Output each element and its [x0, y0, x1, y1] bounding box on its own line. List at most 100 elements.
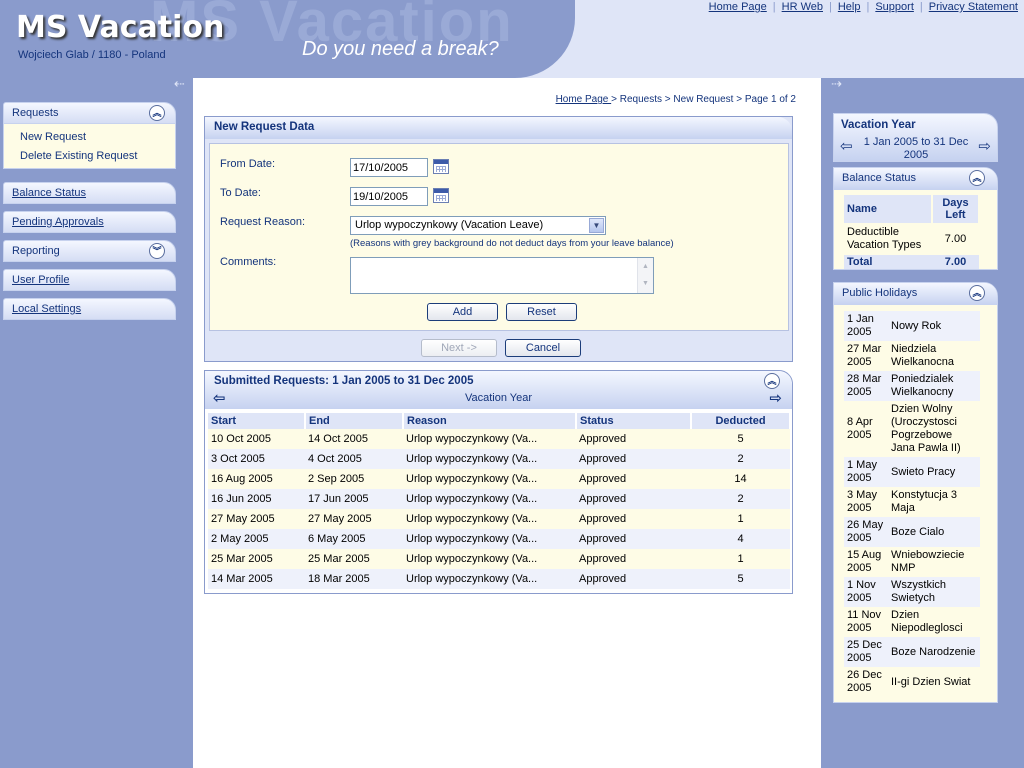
nav-delete-existing-request[interactable]: Delete Existing Request [4, 147, 175, 166]
cell-reason: Urlop wypoczynkowy (Va... [403, 469, 576, 489]
expand-chevron-down-icon[interactable]: ︾ [149, 243, 165, 259]
holiday-date: 8 Apr 2005 [844, 401, 888, 457]
list-item: 25 Dec 2005 Boze Narodzenie [844, 637, 980, 667]
user-info: Wojciech Glab / 1180 - Poland [18, 49, 166, 61]
vacation-year-range: 1 Jan 2005 to 31 Dec 2005 [863, 136, 969, 161]
right-sidebar: ⇢ Vacation Year ⇦ 1 Jan 2005 to 31 Dec 2… [821, 76, 1024, 768]
table-row: 10 Oct 2005 14 Oct 2005 Urlop wypoczynkowy… [208, 429, 790, 449]
nav-local-settings[interactable]: Local Settings [3, 298, 176, 320]
breadcrumb-home-link[interactable]: Home Page [556, 94, 612, 105]
cell-end: 27 May 2005 [305, 509, 403, 529]
nav-local-settings-link[interactable]: Local Settings [12, 303, 81, 315]
submitted-requests-header: Submitted Requests: 1 Jan 2005 to 31 Dec… [205, 371, 792, 409]
list-item: 1 Jan 2005 Nowy Rok [844, 311, 980, 341]
holiday-name: Niedziela Wielkanocna [888, 341, 980, 371]
total-row: Total 7.00 [844, 255, 979, 269]
dropdown-arrow-icon[interactable]: ▼ [589, 218, 604, 233]
nav-group-requests: Requests ︽ New Request Delete Existing R… [3, 102, 176, 169]
cell-status: Approved [576, 529, 691, 549]
holiday-date: 27 Mar 2005 [844, 341, 888, 371]
nav-requests-header[interactable]: Requests ︽ [3, 102, 176, 124]
column-header-name: Name [844, 195, 933, 223]
from-date-label: From Date: [220, 158, 276, 170]
nav-user-profile[interactable]: User Profile [3, 269, 176, 291]
collapse-right-arrow-icon[interactable]: ⇢ [831, 76, 842, 92]
list-item: 15 Aug 2005 Wniebowziecie NMP [844, 547, 980, 577]
submitted-requests-title: Submitted Requests: 1 Jan 2005 to 31 Dec… [214, 375, 474, 387]
nav-pending-approvals-link[interactable]: Pending Approvals [12, 216, 104, 228]
cell-status: Approved [576, 469, 691, 489]
nav-group-local-settings: Local Settings [3, 298, 176, 320]
column-header-end[interactable]: End [305, 413, 404, 429]
scroll-down-arrow-icon[interactable]: ▼ [638, 275, 653, 292]
nav-requests-label: Requests [12, 107, 59, 119]
link-separator: | [866, 1, 870, 13]
from-date-calendar-icon[interactable] [433, 159, 449, 174]
vacation-year-panel: Vacation Year ⇦ 1 Jan 2005 to 31 Dec 200… [833, 113, 998, 162]
support-link[interactable]: Support [875, 1, 914, 13]
holiday-name: Dzien Wolny (Uroczystosci Pogrzebowe Jan… [888, 401, 980, 457]
list-item: 11 Nov 2005 Dzien Niepodleglosci [844, 607, 980, 637]
scroll-up-arrow-icon[interactable]: ▲ [638, 258, 653, 275]
collapse-left-arrow-icon[interactable]: ⇠ [174, 76, 185, 92]
collapse-chevron-up-icon[interactable]: ︽ [969, 170, 985, 186]
from-date-input[interactable] [350, 158, 428, 177]
cell-end: 17 Jun 2005 [305, 489, 403, 509]
comments-scrollbar[interactable]: ▲ ▼ [637, 258, 653, 293]
nav-new-request[interactable]: New Request [4, 128, 175, 147]
column-header-status[interactable]: Status [576, 413, 692, 429]
column-header-deducted[interactable]: Deducted [691, 413, 791, 429]
left-sidebar: ⇠ Requests ︽ New Request Delete Existing… [0, 76, 193, 768]
nav-user-profile-link[interactable]: User Profile [12, 274, 69, 286]
holiday-date: 26 Dec 2005 [844, 667, 888, 697]
holiday-name: Wszystkich Swietych [888, 577, 980, 607]
holiday-name: Nowy Rok [888, 311, 980, 341]
to-date-input[interactable] [350, 187, 428, 206]
vacation-year-label: Vacation Year [464, 392, 533, 404]
cell-start: 10 Oct 2005 [208, 429, 305, 449]
nav-balance-status-link[interactable]: Balance Status [12, 187, 86, 199]
home-page-link[interactable]: Home Page [709, 1, 767, 13]
collapse-chevron-up-icon[interactable]: ︽ [149, 105, 165, 121]
cancel-button[interactable]: Cancel [505, 339, 581, 357]
next-button[interactable]: Next -> [421, 339, 497, 357]
link-separator: | [772, 1, 776, 13]
next-year-arrow-icon[interactable]: ⇨ [769, 389, 782, 407]
cell-reason: Urlop wypoczynkowy (Va... [403, 549, 576, 569]
cell-status: Approved [576, 489, 691, 509]
reset-button[interactable]: Reset [506, 303, 577, 321]
holiday-date: 28 Mar 2005 [844, 371, 888, 401]
cell-end: 14 Oct 2005 [305, 429, 403, 449]
holiday-name: II-gi Dzien Swiat [888, 667, 980, 697]
to-date-calendar-icon[interactable] [433, 188, 449, 203]
hr-web-link[interactable]: HR Web [782, 1, 823, 13]
privacy-statement-link[interactable]: Privacy Statement [929, 1, 1018, 13]
list-item: 28 Mar 2005 Poniedzialek Wielkanocny [844, 371, 980, 401]
cell-deducted: 4 [691, 529, 790, 549]
header-banner: MS Vacation MS Vacation Wojciech Glab / … [0, 0, 575, 78]
list-item: 3 May 2005 Konstytucja 3 Maja [844, 487, 980, 517]
cell-status: Approved [576, 429, 691, 449]
previous-year-arrow-icon[interactable]: ⇦ [840, 137, 853, 155]
collapse-chevron-up-icon[interactable]: ︽ [764, 373, 780, 389]
next-year-arrow-icon[interactable]: ⇨ [978, 137, 991, 155]
holiday-date: 11 Nov 2005 [844, 607, 888, 637]
comments-textarea[interactable]: ▲ ▼ [350, 257, 654, 294]
balance-days-left: 7.00 [944, 233, 967, 245]
public-holidays-panel: Public Holidays ︽ 1 Jan 2005 Nowy Rok 27 M… [833, 282, 998, 703]
column-header-start[interactable]: Start [208, 413, 306, 429]
request-reason-select[interactable]: Urlop wypoczynkowy (Vacation Leave) ▼ [350, 216, 606, 235]
nav-balance-status[interactable]: Balance Status [3, 182, 176, 204]
balance-table: Name Days Left Deductible Vacation Types… [844, 195, 980, 269]
holiday-date: 1 Jan 2005 [844, 311, 888, 341]
add-button[interactable]: Add [427, 303, 498, 321]
nav-pending-approvals[interactable]: Pending Approvals [3, 211, 176, 233]
column-header-reason[interactable]: Reason [403, 413, 577, 429]
balance-type-name: Deductible Vacation Types [847, 226, 922, 251]
nav-reporting-label: Reporting [12, 245, 60, 257]
nav-reporting[interactable]: Reporting ︾ [3, 240, 176, 262]
help-link[interactable]: Help [838, 1, 861, 13]
cell-start: 14 Mar 2005 [208, 569, 305, 589]
collapse-chevron-up-icon[interactable]: ︽ [969, 285, 985, 301]
table-row: 25 Mar 2005 25 Mar 2005 Urlop wypoczynkowy… [208, 549, 790, 569]
